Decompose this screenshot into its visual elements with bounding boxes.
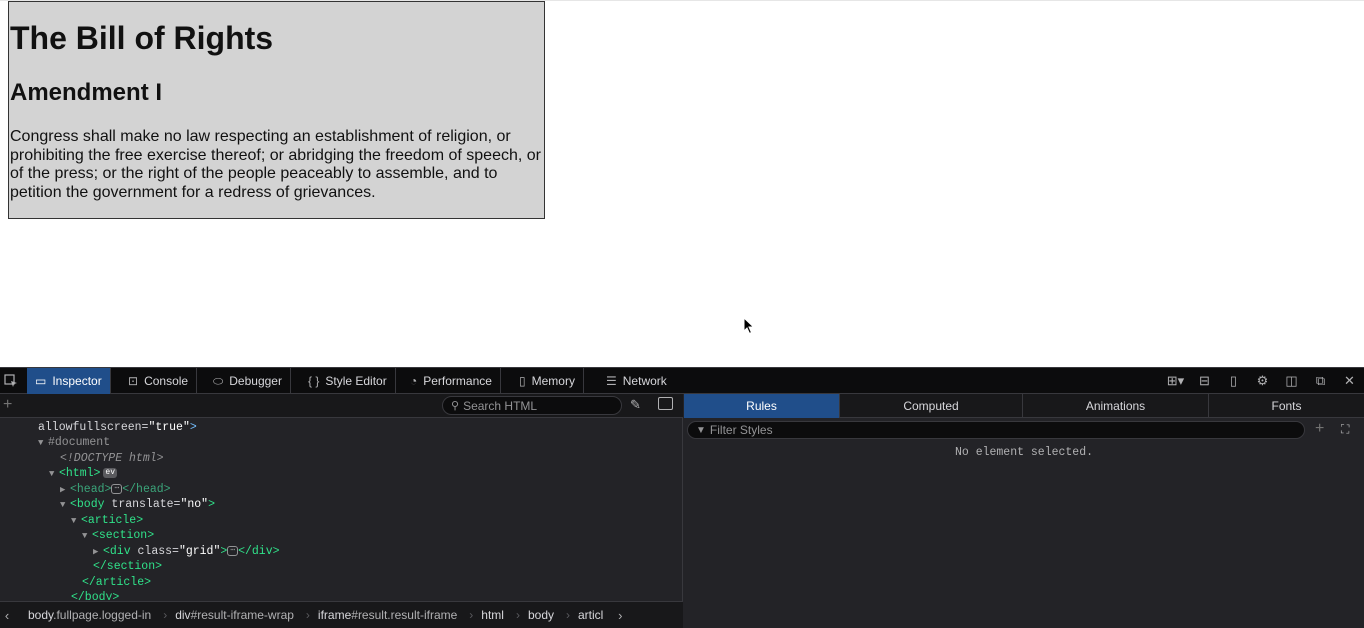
collapse-arrow-icon[interactable]: ▼ bbox=[82, 529, 92, 544]
collapse-arrow-icon[interactable]: ▼ bbox=[38, 436, 48, 451]
page-viewport: The Bill of Rights Amendment I Congress … bbox=[0, 0, 1364, 367]
sidebar-tabs: Rules Computed Animations Fonts bbox=[684, 394, 1364, 418]
tab-label: Network bbox=[622, 374, 667, 388]
tab-debugger[interactable]: ⬭ Debugger bbox=[205, 368, 291, 394]
gear-icon[interactable]: ⚙ bbox=[1248, 368, 1277, 394]
devtools-window-controls: ⊞▾ ⊟ ▯ ⚙ ◫ ⧉ ✕ bbox=[1161, 368, 1364, 394]
collapse-arrow-icon[interactable]: ▼ bbox=[49, 467, 59, 482]
tree-node-div-grid[interactable]: ▶ <div class="grid"> ⋯ </div> bbox=[93, 544, 280, 559]
inspector-icon: ▭ bbox=[35, 374, 47, 388]
filter-styles-box[interactable]: ▼ bbox=[687, 421, 1305, 439]
devtools-toolbar: ▭ Inspector ⊡ Console ⬭ Debugger { } Sty… bbox=[0, 367, 1364, 394]
breadcrumb-item[interactable]: body.fullpage.logged-in bbox=[14, 608, 161, 622]
tree-node-iframe-attr[interactable]: allowfullscreen="true"> bbox=[38, 420, 197, 435]
tree-node-html[interactable]: ▼ <html> ev bbox=[49, 466, 118, 482]
toggle-sidebar-icon[interactable] bbox=[658, 397, 673, 410]
tab-inspector[interactable]: ▭ Inspector bbox=[27, 368, 111, 394]
add-rule-icon[interactable]: + bbox=[1315, 420, 1324, 438]
tab-label: Memory bbox=[531, 374, 575, 388]
breadcrumb: ‹ body.fullpage.logged-in div#result-ifr… bbox=[0, 601, 683, 628]
breadcrumb-item[interactable]: html bbox=[467, 608, 514, 622]
event-badge[interactable]: ev bbox=[103, 467, 118, 478]
tree-node-section[interactable]: ▼ <section> bbox=[82, 528, 154, 543]
markup-toolbar: + ⚲ ✎ bbox=[0, 394, 683, 418]
chevron-left-icon[interactable]: ‹ bbox=[0, 608, 14, 623]
tab-performance[interactable]: ◔ Performance bbox=[402, 368, 501, 394]
tab-label: Inspector bbox=[52, 374, 102, 388]
tab-animations[interactable]: Animations bbox=[1023, 394, 1209, 418]
article-card: The Bill of Rights Amendment I Congress … bbox=[8, 1, 545, 219]
frame-selector-icon[interactable]: ⊞▾ bbox=[1161, 368, 1190, 394]
tab-style-editor[interactable]: { } Style Editor bbox=[300, 368, 396, 394]
breadcrumb-item[interactable]: articl bbox=[564, 608, 613, 622]
tab-network[interactable]: ☰ Network bbox=[598, 368, 675, 394]
tab-fonts[interactable]: Fonts bbox=[1209, 394, 1364, 418]
tree-node-body[interactable]: ▼ <body translate="no"> bbox=[60, 497, 215, 512]
tree-node-body-close[interactable]: </body> bbox=[71, 590, 119, 600]
mouse-cursor-icon bbox=[743, 317, 755, 335]
undock-window-icon[interactable]: ⧉ bbox=[1306, 368, 1335, 394]
page-title: The Bill of Rights bbox=[10, 20, 274, 56]
debugger-icon: ⬭ bbox=[213, 373, 224, 388]
tree-node-document[interactable]: ▼ #document bbox=[38, 435, 110, 450]
collapsed-content-icon[interactable]: ⋯ bbox=[111, 483, 123, 494]
performance-icon: ◔ bbox=[410, 374, 418, 388]
split-console-icon[interactable]: ⊟ bbox=[1190, 368, 1219, 394]
eyedropper-icon[interactable]: ✎ bbox=[630, 397, 641, 413]
memory-icon: ▯ bbox=[519, 374, 526, 388]
tree-node-article[interactable]: ▼ <article> bbox=[71, 513, 143, 528]
class-toggle-icon[interactable]: ⛶ bbox=[1341, 422, 1349, 437]
element-picker-icon[interactable] bbox=[0, 368, 22, 394]
dock-side-icon[interactable]: ◫ bbox=[1277, 368, 1306, 394]
expand-arrow-icon[interactable]: ▶ bbox=[93, 545, 103, 560]
console-icon: ⊡ bbox=[128, 374, 139, 388]
filter-styles-input[interactable] bbox=[709, 423, 1290, 437]
collapse-arrow-icon[interactable]: ▼ bbox=[71, 514, 81, 529]
sidebar-pane: Rules Computed Animations Fonts ▼ + ⛶ No… bbox=[684, 394, 1364, 628]
close-icon[interactable]: ✕ bbox=[1335, 368, 1364, 394]
responsive-design-icon[interactable]: ▯ bbox=[1219, 368, 1248, 394]
breadcrumb-item[interactable]: div#result-iframe-wrap bbox=[161, 608, 304, 622]
search-icon: ⚲ bbox=[451, 400, 460, 412]
expand-arrow-icon[interactable]: ▶ bbox=[60, 483, 70, 498]
breadcrumb-item[interactable]: iframe#result.result-iframe bbox=[304, 608, 467, 622]
style-editor-icon: { } bbox=[308, 374, 320, 388]
tab-rules[interactable]: Rules bbox=[684, 394, 840, 418]
tab-console[interactable]: ⊡ Console bbox=[120, 368, 198, 394]
tab-label: Style Editor bbox=[325, 374, 387, 388]
amendment-heading: Amendment I bbox=[10, 79, 163, 106]
tab-label: Console bbox=[144, 374, 189, 388]
add-node-icon[interactable]: + bbox=[3, 396, 12, 414]
breadcrumb-item[interactable]: body bbox=[514, 608, 564, 622]
devtools-panel: ▭ Inspector ⊡ Console ⬭ Debugger { } Sty… bbox=[0, 367, 1364, 628]
tab-memory[interactable]: ▯ Memory bbox=[511, 368, 584, 394]
tab-label: Performance bbox=[423, 374, 492, 388]
collapse-arrow-icon[interactable]: ▼ bbox=[60, 498, 70, 513]
tree-node-article-close[interactable]: </article> bbox=[82, 575, 151, 590]
no-element-message: No element selected. bbox=[954, 446, 1094, 459]
tree-node-head[interactable]: ▶ <head> ⋯ </head> bbox=[60, 482, 171, 497]
collapsed-content-icon[interactable]: ⋯ bbox=[227, 545, 239, 556]
markup-pane: + ⚲ ✎ allowfullscreen="true"> ▼#document… bbox=[0, 394, 683, 628]
tree-node-doctype[interactable]: <!DOCTYPE html> bbox=[60, 451, 164, 466]
chevron-right-icon[interactable]: › bbox=[613, 608, 627, 623]
filter-icon: ▼ bbox=[696, 424, 706, 436]
search-html-box[interactable]: ⚲ bbox=[442, 396, 622, 415]
amendment-text: Congress shall make no law respecting an… bbox=[10, 128, 541, 201]
tree-node-section-close[interactable]: </section> bbox=[93, 559, 162, 574]
search-html-input[interactable] bbox=[463, 398, 614, 413]
network-icon: ☰ bbox=[606, 374, 617, 388]
markup-tree: allowfullscreen="true"> ▼ #document <!DOC… bbox=[0, 418, 683, 600]
tab-label: Debugger bbox=[229, 374, 282, 388]
tab-computed[interactable]: Computed bbox=[840, 394, 1023, 418]
